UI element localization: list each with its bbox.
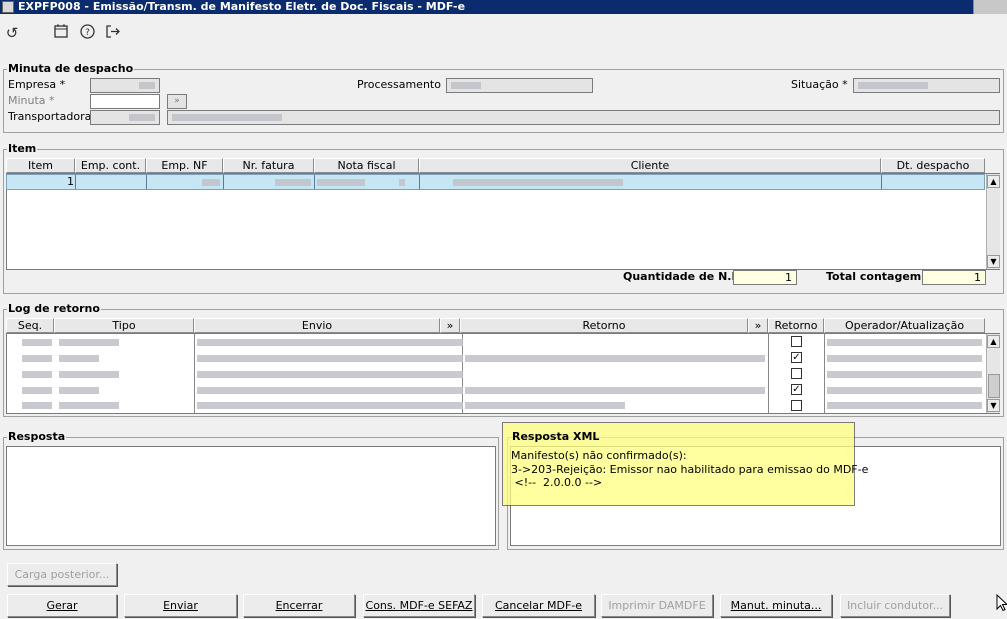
resposta-xml-title: Resposta XML bbox=[512, 430, 600, 443]
scroll-down-icon[interactable]: ▼ bbox=[987, 255, 1000, 268]
retorno-checkbox[interactable]: ✓ bbox=[791, 384, 802, 395]
qtd-nf-label: Quantidade de N.F. bbox=[623, 270, 742, 283]
scroll-up-icon[interactable]: ▲ bbox=[987, 335, 1000, 348]
log-title: Log de retorno bbox=[7, 302, 101, 315]
incluir-condutor-button[interactable]: Incluir condutor... bbox=[840, 594, 950, 617]
item-col-cliente[interactable]: Cliente bbox=[419, 158, 881, 173]
log-col-retorno[interactable]: Retorno bbox=[460, 318, 748, 333]
processamento-field[interactable] bbox=[446, 78, 593, 93]
item-col-item[interactable]: Item bbox=[6, 158, 75, 173]
exit-icon[interactable] bbox=[103, 24, 121, 42]
close-window-button[interactable] bbox=[973, 0, 1007, 14]
total-contagem-label: Total contagem bbox=[826, 270, 922, 283]
carga-posterior-button[interactable]: Carga posterior... bbox=[7, 563, 117, 586]
log-rows[interactable] bbox=[7, 335, 985, 413]
scroll-thumb[interactable] bbox=[988, 374, 1000, 398]
minuta-title: Minuta de despacho bbox=[7, 62, 135, 75]
retorno-checkbox[interactable] bbox=[791, 400, 802, 411]
situacao-field[interactable] bbox=[853, 78, 1000, 93]
item-cell-item[interactable]: 1 bbox=[67, 175, 74, 189]
item-title: Item bbox=[7, 142, 38, 155]
log-scrollbar[interactable]: ▲ ▼ bbox=[986, 334, 1000, 413]
cancelar-mdfe-button[interactable]: Cancelar MDF-e bbox=[482, 594, 595, 617]
window-title: EXPFP008 - Emissão/Transm. de Manifesto … bbox=[18, 0, 466, 13]
retorno-checkbox[interactable]: ✓ bbox=[791, 352, 802, 363]
log-col-envio[interactable]: Envio bbox=[194, 318, 440, 333]
scroll-down-icon[interactable]: ▼ bbox=[987, 399, 1000, 412]
transportadora-name-field[interactable] bbox=[167, 110, 1000, 125]
manut-minuta-button[interactable]: Manut. minuta... bbox=[720, 594, 832, 617]
item-col-emp-cont[interactable]: Emp. cont. bbox=[75, 158, 146, 173]
item-col-dt-despacho[interactable]: Dt. despacho bbox=[881, 158, 985, 173]
resposta-title: Resposta bbox=[7, 430, 67, 443]
log-retorno-expand-button[interactable]: » bbox=[748, 318, 768, 333]
processamento-label: Processamento bbox=[357, 78, 441, 91]
gerar-button[interactable]: Gerar bbox=[7, 594, 117, 617]
encerrar-button[interactable]: Encerrar bbox=[243, 594, 355, 617]
resposta-textarea[interactable] bbox=[6, 446, 496, 546]
resposta-xml-line-1: Manifesto(s) não confirmado(s): bbox=[511, 449, 687, 462]
item-col-nota-fiscal[interactable]: Nota fiscal bbox=[314, 158, 419, 173]
item-col-emp-nf[interactable]: Emp. NF bbox=[146, 158, 223, 173]
imprimir-damdfe-button[interactable]: Imprimir DAMDFE bbox=[601, 594, 713, 617]
app-icon bbox=[2, 1, 14, 13]
transportadora-label: Transportadora bbox=[8, 110, 92, 123]
log-col-operador[interactable]: Operador/Atualização bbox=[824, 318, 985, 333]
minuta-lookup-button[interactable]: » bbox=[167, 94, 187, 109]
resposta-xml-line-3: <!-- 2.0.0.0 --> bbox=[511, 476, 603, 489]
log-col-tipo[interactable]: Tipo bbox=[54, 318, 194, 333]
situacao-label: Situação * bbox=[791, 78, 848, 91]
minuta-label: Minuta * bbox=[8, 94, 55, 107]
calendar-icon[interactable] bbox=[52, 24, 70, 42]
total-contagem-field[interactable]: 1 bbox=[922, 270, 986, 285]
scroll-up-icon[interactable]: ▲ bbox=[987, 175, 1000, 188]
svg-text:?: ? bbox=[85, 28, 90, 38]
retorno-checkbox[interactable] bbox=[791, 336, 802, 347]
help-icon[interactable]: ? bbox=[78, 24, 96, 42]
item-col-nr-fatura[interactable]: Nr. fatura bbox=[223, 158, 314, 173]
qtd-nf-field[interactable]: 1 bbox=[733, 270, 797, 285]
minuta-field[interactable] bbox=[90, 94, 160, 109]
undo-icon[interactable]: ↺ bbox=[3, 24, 21, 42]
enviar-button[interactable]: Enviar bbox=[124, 594, 237, 617]
log-col-seq[interactable]: Seq. bbox=[6, 318, 54, 333]
log-col-retorno-flag[interactable]: Retorno bbox=[768, 318, 824, 333]
empresa-field[interactable] bbox=[90, 78, 160, 93]
resposta-xml-line-2: 3->203-Rejeição: Emissor nao habilitado … bbox=[511, 463, 869, 476]
empresa-label: Empresa * bbox=[8, 78, 66, 91]
window-titlebar: EXPFP008 - Emissão/Transm. de Manifesto … bbox=[0, 0, 1007, 14]
cons-mdfe-sefaz-button[interactable]: Cons. MDF-e SEFAZ bbox=[363, 594, 475, 617]
log-envio-expand-button[interactable]: » bbox=[440, 318, 460, 333]
toolbar bbox=[0, 14, 1007, 48]
mouse-cursor-icon bbox=[996, 593, 1007, 612]
transportadora-code-field[interactable] bbox=[90, 110, 160, 125]
table-row[interactable]: 1 bbox=[6, 174, 985, 190]
retorno-checkbox[interactable] bbox=[791, 368, 802, 379]
item-scrollbar[interactable]: ▲ ▼ bbox=[986, 174, 1000, 269]
